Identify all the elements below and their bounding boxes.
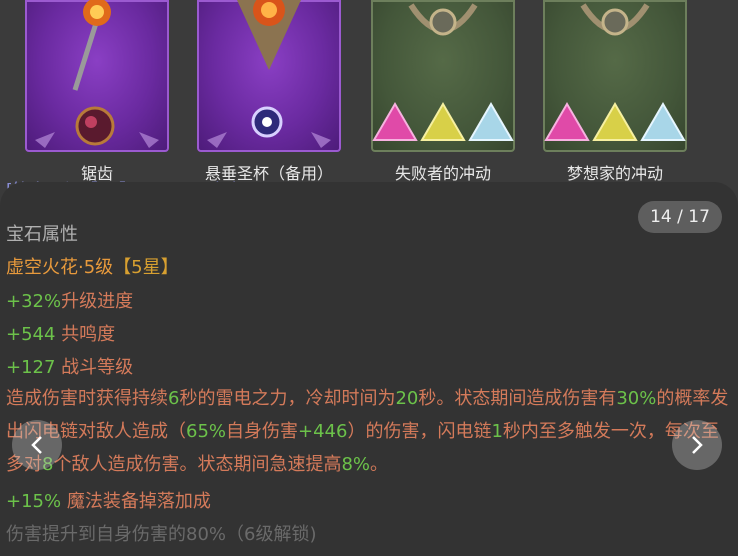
item-card-saw[interactable] (25, 0, 169, 152)
item-card-loser-impulse[interactable] (371, 0, 515, 152)
blue-gem-icon (640, 102, 686, 141)
stat-label: 共鸣度 (55, 324, 116, 345)
chevron-left-icon (31, 436, 42, 454)
bonus-label: 魔法装备掉落加成 (61, 491, 211, 512)
stat-value: +544 (6, 324, 56, 345)
gem-slots (543, 102, 687, 142)
stat-value: +32% (6, 291, 62, 312)
stat-value: +127 (6, 357, 56, 378)
gem-slots (371, 102, 515, 142)
gem-name-row: 虚空火花·5级【5星】 (6, 253, 179, 279)
yellow-gem-icon (592, 102, 638, 141)
pink-gem-icon (544, 102, 590, 141)
gem-effect-description: 造成伤害时获得持续6秒的雷电之力，冷却时间为20秒。状态期间造成伤害有30%的概… (6, 388, 729, 475)
locked-effect-line: 伤害提升到自身伤害的80%（6级解锁) (6, 524, 317, 545)
item-card-chalice[interactable] (197, 0, 341, 152)
item-card-dreamer-impulse[interactable] (543, 0, 687, 152)
pink-gem-icon (372, 102, 418, 141)
page-counter: 14 / 17 (638, 201, 722, 233)
prev-button[interactable] (12, 420, 62, 470)
scepter-icon (35, 0, 159, 148)
section-title: 宝石属性 (6, 224, 78, 245)
chalice-icon (207, 0, 331, 148)
stat-row: +127 战斗等级 (6, 353, 133, 379)
bonus-row: +15% 魔法装备掉落加成 (6, 487, 211, 513)
gem-stars: 【5星】 (113, 257, 179, 278)
stat-row: +32%升级进度 (6, 287, 133, 313)
bonus-value: +15% (6, 491, 62, 512)
next-button[interactable] (672, 420, 722, 470)
item-label: 梦想家的冲动 (566, 164, 663, 183)
item-label: 失败者的冲动 (394, 164, 491, 183)
blue-gem-icon (468, 102, 514, 141)
stat-row: +544 共鸣度 (6, 320, 115, 346)
chevron-right-icon (692, 436, 703, 454)
stat-label: 战斗等级 (55, 357, 134, 378)
yellow-gem-icon (420, 102, 466, 141)
stat-label: 升级进度 (61, 291, 134, 312)
gem-name: 虚空火花·5级 (6, 257, 114, 278)
